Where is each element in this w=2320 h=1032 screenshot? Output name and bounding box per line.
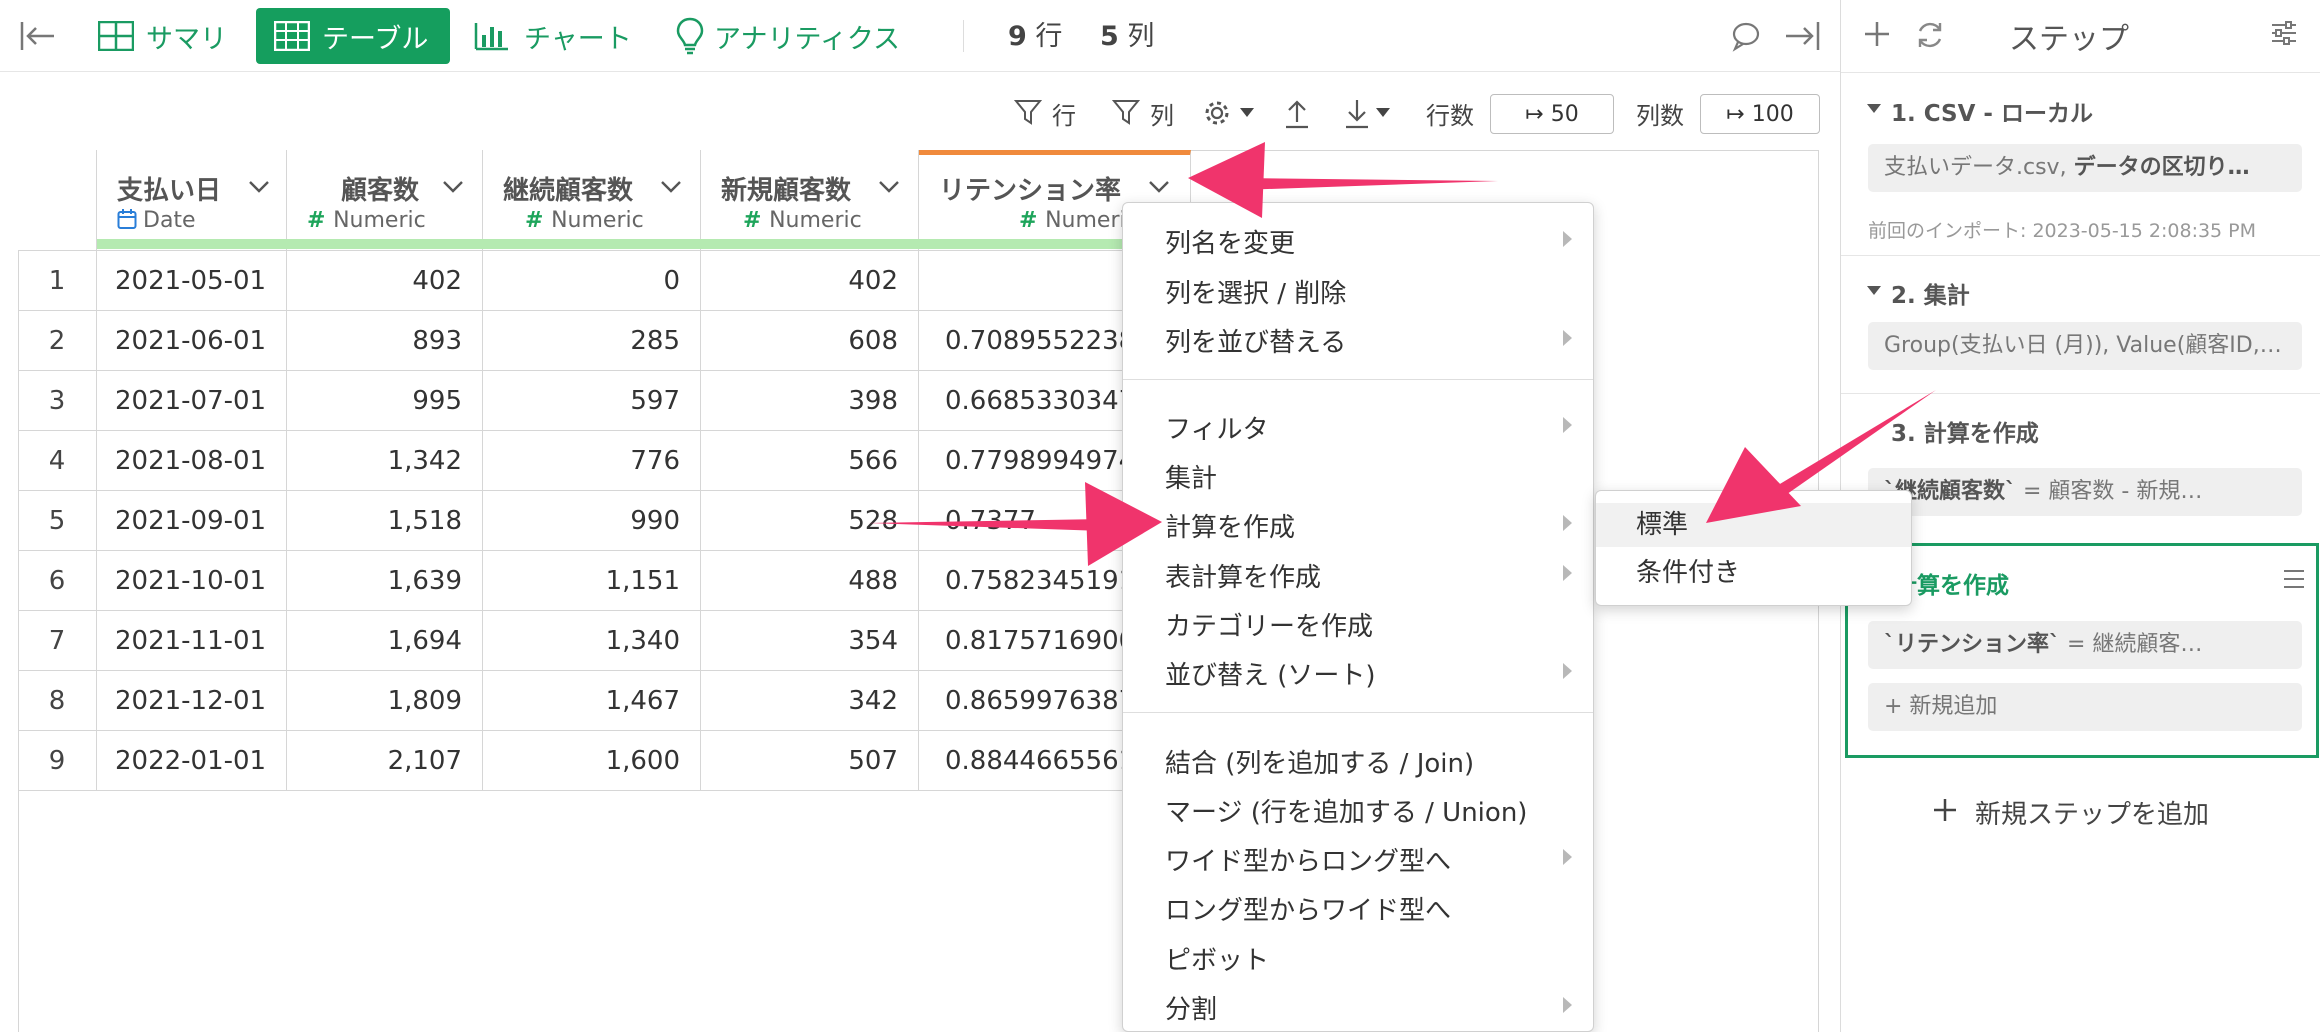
annotation-arrows [868,142,1936,566]
arrow-to-standard-option [1706,390,1936,523]
arrow-to-column-header [1188,142,1498,218]
arrow-to-create-calculation [868,482,1162,566]
